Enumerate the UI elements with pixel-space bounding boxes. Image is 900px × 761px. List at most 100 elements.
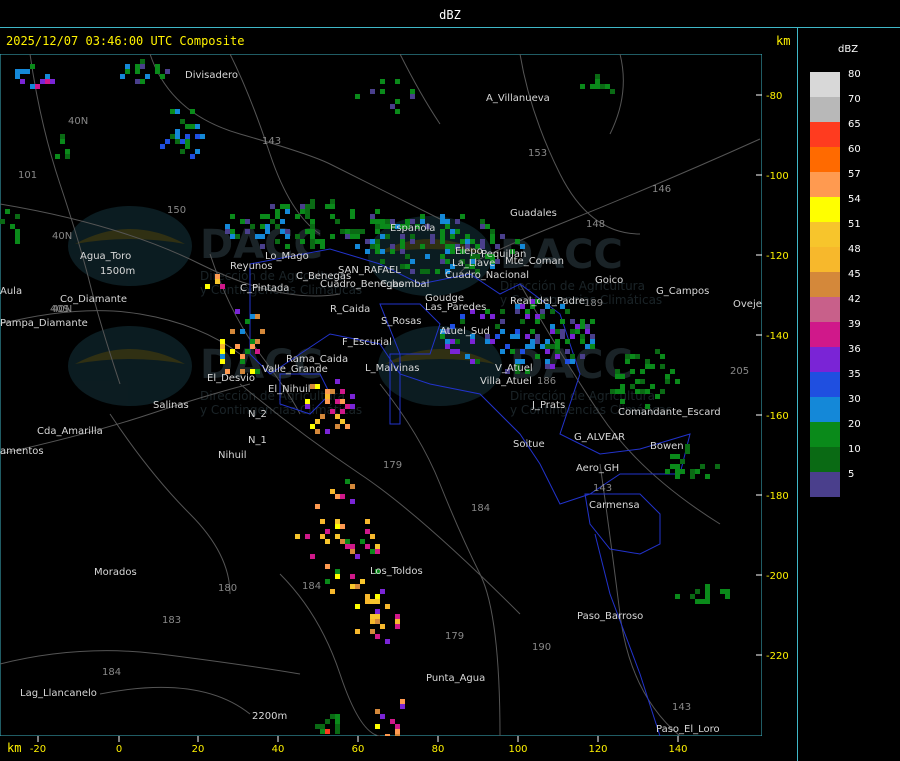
radar-echo [725,589,730,594]
radar-map-panel: 2025/12/07 03:46:00 UTC Composite km km … [0,28,798,761]
radar-echo [370,534,375,539]
radar-echo [305,404,310,409]
dbz-legend: dBZ 80 70 65 60 57 54 51 48 45 42 39 36 35 30 20 10 5 [798,28,900,761]
radar-echo [660,364,665,369]
route-number: 40N [68,116,88,127]
legend-value: 36 [848,344,861,355]
radar-echo [305,534,310,539]
radar-echo [15,214,20,219]
radar-echo [665,469,670,474]
radar-echo [675,379,680,384]
radar-echo [555,329,560,334]
radar-echo [325,719,330,724]
x-tick-label: 120 [588,744,607,755]
radar-echo [570,359,575,364]
radar-echo [275,239,280,244]
radar-echo [500,309,505,314]
route-number: 184 [471,503,490,514]
radar-echo [325,529,330,534]
radar-echo [440,219,445,224]
radar-echo [260,214,265,219]
radar-echo [390,244,395,249]
y-tick-label: -200 [766,571,789,582]
place-label: R_Caida [330,304,370,315]
radar-echo [645,389,650,394]
radar-echo [275,214,280,219]
radar-echo [315,419,320,424]
radar-echo [555,354,560,359]
radar-echo [380,224,385,229]
radar-echo [545,359,550,364]
radar-echo [515,329,520,334]
radar-echo [555,344,560,349]
radar-echo [260,329,265,334]
x-axis-ticks: -20 0 20 40 60 80 100 120 140 [30,736,688,755]
radar-echo [510,349,515,354]
radar-echo [550,309,555,314]
radar-echo [655,394,660,399]
radar-echo [545,344,550,349]
radar-echo [335,219,340,224]
radar-echo [350,544,355,549]
radar-echo [15,229,20,234]
radar-echo [310,424,315,429]
radar-echo [340,494,345,499]
radar-echo [350,234,355,239]
radar-echo [395,624,400,629]
radar-echo [480,239,485,244]
route-number: 205 [730,366,749,377]
radar-echo [140,64,145,69]
radar-echo [675,464,680,469]
radar-map-svg[interactable]: DACCDirección de Agriculturay Contingenc… [0,54,762,736]
route-number: 184 [102,667,121,678]
legend-value: 57 [848,169,861,180]
radar-echo [445,244,450,249]
radar-echo [395,724,400,729]
radar-echo [355,94,360,99]
radar-echo [20,79,25,84]
radar-echo [590,334,595,339]
radar-echo [625,359,630,364]
legend-swatch [810,172,840,197]
radar-echo [300,239,305,244]
radar-echo [385,604,390,609]
radar-echo [545,339,550,344]
radar-echo [230,234,235,239]
radar-echo [275,209,280,214]
radar-echo [505,344,510,349]
radar-echo [10,224,15,229]
radar-echo [320,519,325,524]
legend-value: 20 [848,419,861,430]
legend-swatch [810,72,840,97]
y-tick-label: -100 [766,171,789,182]
radar-echo [350,394,355,399]
radar-echo [525,334,530,339]
legend-swatch [810,197,840,222]
radar-echo [560,319,565,324]
radar-echo [640,369,645,374]
radar-echo [535,339,540,344]
place-label: Comandante_Escard [618,407,721,418]
radar-echo [680,459,685,464]
radar-echo [410,234,415,239]
radar-echo [395,99,400,104]
radar-echo [380,714,385,719]
x-tick-label: 140 [668,744,687,755]
radar-plot-area[interactable]: DACC Dirección de Agricultura y Contingenc… [0,54,762,736]
radar-echo [605,84,610,89]
radar-echo [580,339,585,344]
radar-echo [630,384,635,389]
radar-echo [555,349,560,354]
radar-echo [315,724,320,729]
radar-echo [675,454,680,459]
radar-echo [600,84,605,89]
radar-echo [320,729,325,734]
place-label: N_1 [248,435,267,446]
radar-echo [530,329,535,334]
radar-echo [330,389,335,394]
radar-echo [585,329,590,334]
radar-echo [125,64,130,69]
radar-echo [365,594,370,599]
radar-echo [350,209,355,214]
radar-echo [315,504,320,509]
